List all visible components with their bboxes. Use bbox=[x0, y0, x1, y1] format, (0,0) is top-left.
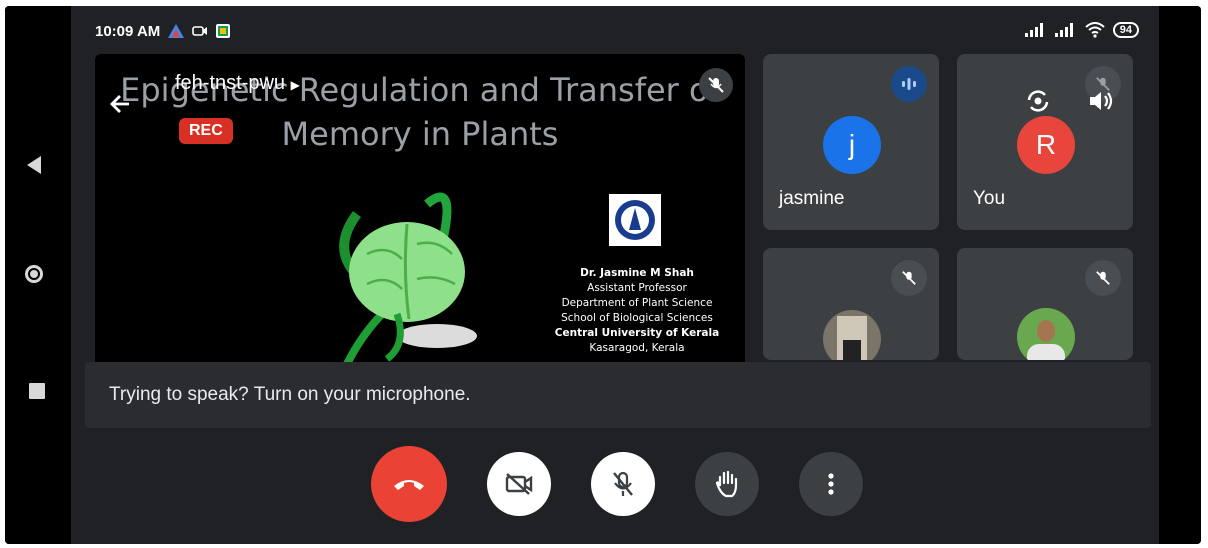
participant-name: jasmine bbox=[779, 188, 845, 209]
end-call-icon bbox=[394, 480, 424, 490]
meeting-code-text: feh-tnst-pwu bbox=[175, 72, 286, 94]
mic-hint-text: Trying to speak? Turn on your microphone… bbox=[109, 384, 471, 405]
author-university: Central University of Kerala bbox=[554, 327, 720, 339]
author-school: School of Biological Sciences bbox=[561, 312, 713, 324]
device-screen: 10:09 AM 94 Epigenetic Regulation and Tr… bbox=[5, 6, 1201, 544]
raise-hand-button[interactable] bbox=[695, 452, 759, 516]
wifi-icon bbox=[1085, 22, 1105, 38]
raise-hand-icon bbox=[715, 470, 738, 498]
more-options-button[interactable] bbox=[799, 452, 863, 516]
camera-notify-icon bbox=[192, 26, 208, 36]
university-logo bbox=[609, 194, 661, 246]
status-bar: 10:09 AM bbox=[95, 20, 231, 42]
mic-off-icon bbox=[708, 77, 724, 93]
presentation-stage[interactable]: Epigenetic Regulation and Transfer of Me… bbox=[95, 54, 745, 364]
participant-tile-you[interactable]: R You bbox=[957, 54, 1133, 230]
mic-off-icon bbox=[1096, 271, 1110, 285]
author-role: Assistant Professor bbox=[587, 282, 687, 294]
chevron-right-icon: ▶ bbox=[290, 78, 300, 92]
author-name: Dr. Jasmine M Shah bbox=[580, 267, 694, 279]
mic-off-icon bbox=[613, 471, 633, 496]
avatar: R bbox=[1017, 116, 1075, 174]
participant-tile-3[interactable] bbox=[763, 248, 939, 360]
status-indicators: 94 bbox=[1024, 22, 1139, 38]
camera-toggle-button[interactable] bbox=[487, 452, 551, 516]
author-location: Kasaragod, Kerala bbox=[589, 342, 685, 354]
participant-name: You bbox=[973, 188, 1006, 209]
participant-photo bbox=[1017, 308, 1075, 360]
mic-off-icon bbox=[902, 271, 916, 285]
android-nav-bar bbox=[5, 6, 71, 544]
university-emblem-icon bbox=[615, 200, 655, 240]
participant-tile-4[interactable] bbox=[957, 248, 1133, 360]
mic-off-indicator bbox=[1085, 260, 1121, 296]
switch-camera-icon[interactable] bbox=[1023, 86, 1053, 116]
author-department: Department of Plant Science bbox=[561, 297, 713, 309]
camera-off-icon bbox=[505, 473, 533, 495]
slide-author-block: Dr. Jasmine M Shah Assistant Professor D… bbox=[549, 266, 725, 356]
stage-mic-off-indicator bbox=[699, 68, 733, 102]
meet-app: 10:09 AM 94 Epigenetic Regulation and Tr… bbox=[71, 6, 1159, 544]
mic-off-indicator bbox=[891, 260, 927, 296]
nav-home-icon[interactable] bbox=[25, 265, 43, 283]
speaker-icon[interactable] bbox=[1087, 88, 1115, 114]
gallery-notify-icon bbox=[216, 24, 231, 38]
signal-2-icon bbox=[1054, 23, 1073, 37]
speaking-indicator bbox=[891, 66, 927, 102]
avatar: j bbox=[823, 116, 881, 174]
brain-plant-illustration bbox=[339, 192, 477, 364]
more-vert-icon bbox=[828, 473, 834, 495]
right-black-bar bbox=[1159, 6, 1201, 544]
nav-back-icon[interactable] bbox=[27, 156, 41, 174]
participant-tile-jasmine[interactable]: j jasmine bbox=[763, 54, 939, 230]
mic-hint-banner: Trying to speak? Turn on your microphone… bbox=[85, 362, 1151, 428]
recording-badge: REC bbox=[179, 118, 233, 144]
signal-icon bbox=[1024, 23, 1043, 37]
warning-icon bbox=[168, 24, 185, 38]
end-call-button[interactable] bbox=[371, 446, 447, 522]
back-arrow-icon[interactable] bbox=[107, 90, 135, 118]
mic-toggle-button[interactable] bbox=[591, 452, 655, 516]
participant-photo bbox=[823, 310, 881, 360]
audio-wave-icon bbox=[902, 78, 916, 90]
meeting-code[interactable]: feh-tnst-pwu ▶ bbox=[175, 72, 300, 95]
status-time: 10:09 AM bbox=[95, 22, 161, 40]
battery-indicator: 94 bbox=[1112, 22, 1139, 38]
nav-recents-icon[interactable] bbox=[29, 383, 45, 399]
